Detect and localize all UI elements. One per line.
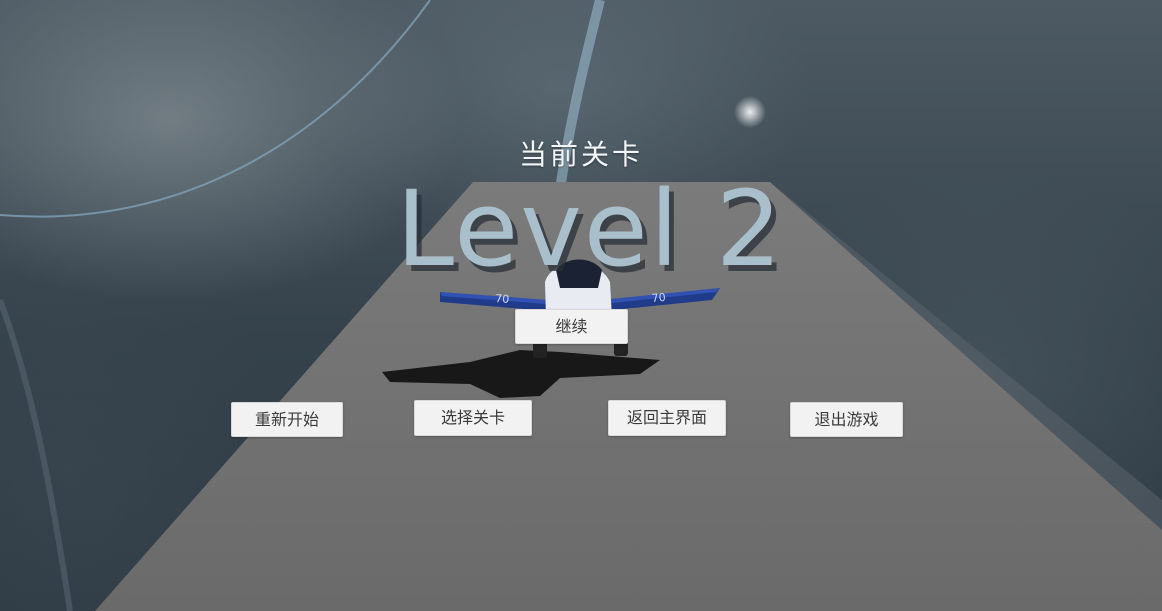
sky-streak	[0, 0, 431, 218]
restart-button[interactable]: 重新开始	[231, 402, 343, 437]
game-scene: 70 70 当前关卡 Level 2 继续 重新开始 选择关卡 返回主界面 退出…	[0, 0, 1162, 611]
svg-text:70: 70	[651, 291, 666, 305]
continue-button[interactable]: 继续	[515, 309, 628, 344]
current-level-label: 当前关卡	[518, 138, 643, 171]
sky-streak	[0, 298, 73, 611]
svg-text:70: 70	[495, 292, 510, 306]
sun-glow	[734, 96, 766, 128]
quit-game-button[interactable]: 退出游戏	[790, 402, 903, 437]
level-number-display: Level 2	[396, 168, 784, 290]
background-art: 70 70	[0, 0, 1162, 611]
main-menu-button[interactable]: 返回主界面	[608, 400, 726, 436]
select-level-button[interactable]: 选择关卡	[414, 400, 532, 436]
